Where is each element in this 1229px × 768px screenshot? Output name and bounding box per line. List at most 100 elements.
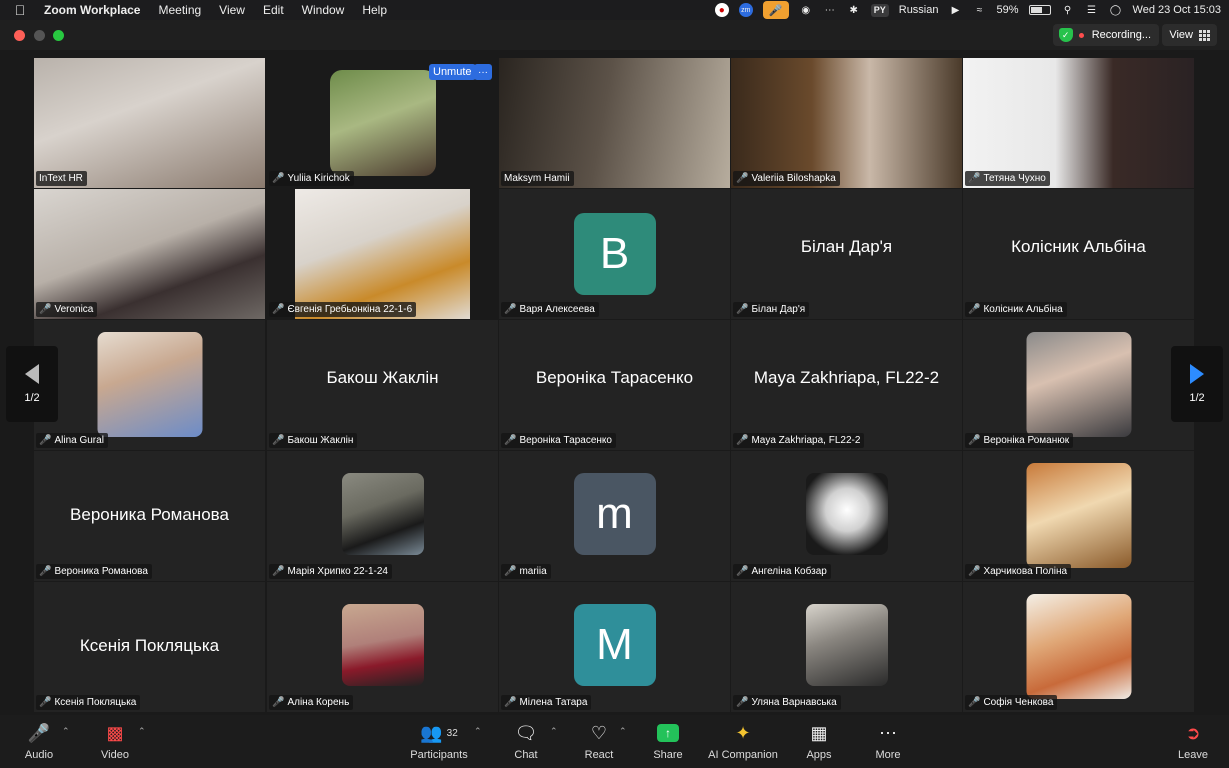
more-button[interactable]: ⋯ More	[872, 721, 904, 765]
keyboard-layout-code[interactable]: PY	[870, 3, 889, 17]
minimize-window-button[interactable]	[34, 30, 45, 41]
react-button[interactable]: ♡ React	[582, 721, 616, 765]
menu-view[interactable]: View	[210, 3, 254, 17]
macos-menubar:  Zoom Workplace Meeting View Edit Windo…	[0, 0, 1229, 20]
react-options-caret-icon[interactable]: ⌃	[619, 726, 627, 737]
share-button[interactable]: ↑ Share	[652, 721, 684, 765]
participant-tile[interactable]: Вероника Романова 🎤 Вероника Романова	[34, 451, 265, 581]
participant-tile[interactable]: 🎤 Марія Хрипко 22-1-24	[267, 451, 498, 581]
recording-indicator[interactable]: ✓ Recording...	[1052, 24, 1159, 46]
menu-app-name[interactable]: Zoom Workplace	[40, 3, 149, 17]
participant-tile[interactable]: Білан Дар'я 🎤 Білан Дар'я	[731, 189, 962, 319]
participant-tile[interactable]: M 🎤 Мілена Татара	[499, 582, 730, 712]
control-center-icon[interactable]: ☰	[1085, 3, 1099, 17]
participant-video	[499, 58, 730, 188]
participant-tile[interactable]: 🎤 Євгенія Гребьонкіна 22-1-6	[267, 189, 498, 319]
participant-tile[interactable]: m 🎤 mariia	[499, 451, 730, 581]
chat-options-caret-icon[interactable]: ⌃	[550, 726, 558, 737]
wifi-icon[interactable]: ≈	[973, 3, 987, 17]
participant-avatar: B	[573, 213, 656, 295]
bluetooth-icon[interactable]: ✱	[847, 3, 861, 17]
mic-off-icon: 🎤	[27, 722, 51, 743]
participant-tile[interactable]: Бакош Жаклін 🎤 Бакош Жаклін	[267, 320, 498, 450]
close-window-button[interactable]	[14, 30, 25, 41]
view-button[interactable]: View	[1162, 24, 1217, 46]
meeting-toolbar: 🎤 Audio ⌃ ▩ Video ⌃ 👥 32 Participants ⌃ 🗨…	[0, 715, 1229, 768]
participant-display-name: Колісник Альбіна	[1011, 237, 1146, 256]
participant-display-name: Бакош Жаклін	[326, 368, 439, 387]
zoom-status-icon[interactable]: zm	[738, 3, 753, 17]
menu-edit[interactable]: Edit	[254, 3, 293, 17]
screen-record-icon[interactable]: ◉	[799, 3, 813, 17]
participant-tile[interactable]: 🎤 Харчикова Поліна	[963, 451, 1194, 581]
participant-name-tag: 🎤 Тетяна Чухно	[965, 171, 1050, 186]
participant-tile[interactable]: Вероніка Тарасенко 🎤 Вероніка Тарасенко	[499, 320, 730, 450]
fullscreen-window-button[interactable]	[53, 30, 64, 41]
participant-name-tag: 🎤 Вероника Романова	[36, 564, 152, 579]
participant-tile[interactable]: B 🎤 Варя Алексеева	[499, 189, 730, 319]
participants-button[interactable]: 👥 32 Participants	[408, 721, 470, 765]
participant-name-tag: 🎤 Харчикова Поліна	[965, 564, 1072, 579]
participant-name-tag: 🎤 Maya Zakhriapa, FL22-2	[733, 433, 865, 448]
previous-page-button[interactable]: 1/2	[6, 346, 58, 422]
participant-video	[731, 58, 962, 188]
mic-muted-icon: 🎤	[504, 566, 517, 577]
participant-tile[interactable]: 🎤 Alina Gural	[34, 320, 265, 450]
participant-tile[interactable]: 🎤 Veronica	[34, 189, 265, 319]
chat-icon: 🗨	[514, 722, 538, 743]
participant-photo	[341, 473, 424, 555]
video-button[interactable]: ▩ Video	[98, 721, 132, 765]
participant-tile[interactable]: InText HR	[34, 58, 265, 188]
participant-display-name: Вероніка Тарасенко	[535, 368, 694, 387]
participant-tile[interactable]: Maya Zakhriapa, FL22-2 🎤 Maya Zakhriapa, …	[731, 320, 962, 450]
participant-tile[interactable]: Ксенія Покляцька 🎤 Ксенія Покляцька	[34, 582, 265, 712]
menu-window[interactable]: Window	[293, 3, 354, 17]
microphone-in-use-icon[interactable]: 🎤	[762, 1, 789, 19]
chat-button[interactable]: 🗨 Chat	[510, 721, 542, 765]
keyboard-layout-label[interactable]: Russian	[899, 4, 939, 16]
participants-options-caret-icon[interactable]: ⌃	[474, 726, 482, 737]
participant-tile[interactable]: Maksym Hamii	[499, 58, 730, 188]
apple-icon[interactable]: 	[0, 2, 40, 18]
ai-companion-button[interactable]: ✦ AI Companion	[706, 721, 780, 765]
mic-muted-icon: 🎤	[736, 435, 749, 446]
battery-icon[interactable]	[1028, 5, 1051, 15]
dots-menu-icon[interactable]: ⋯	[823, 3, 837, 17]
chat-label: Chat	[514, 749, 538, 761]
participant-tile[interactable]: 🎤 Софія Ченкова	[963, 582, 1194, 712]
unmute-button[interactable]: Unmute	[429, 64, 476, 80]
message-status-icon[interactable]: ●	[714, 3, 729, 17]
tile-more-options-button[interactable]: ···	[474, 64, 492, 80]
participant-name-tag: 🎤 Варя Алексеева	[501, 302, 599, 317]
mic-muted-icon: 🎤	[39, 697, 52, 708]
participant-photo	[1026, 463, 1131, 568]
leave-button[interactable]: ➲ Leave	[1176, 721, 1210, 765]
battery-percent[interactable]: 59%	[997, 4, 1019, 16]
participant-tile[interactable]: 🎤 Valeriia Biloshapka	[731, 58, 962, 188]
play-icon[interactable]: ▶	[949, 3, 963, 17]
participants-icon: 👥 32	[420, 722, 458, 743]
video-options-caret-icon[interactable]: ⌃	[138, 726, 146, 737]
mic-muted-icon: 🎤	[39, 435, 52, 446]
participant-tile[interactable]: 🎤 Аліна Корень	[267, 582, 498, 712]
search-icon[interactable]: ⚲	[1061, 3, 1075, 17]
audio-options-caret-icon[interactable]: ⌃	[62, 726, 70, 737]
participant-display-name: Вероника Романова	[70, 505, 229, 524]
menu-help[interactable]: Help	[353, 3, 396, 17]
siri-icon[interactable]: ◯	[1109, 3, 1123, 17]
participant-tile[interactable]: 🎤 Уляна Варнавська	[731, 582, 962, 712]
participant-tile[interactable]: 🎤 Ангеліна Кобзар	[731, 451, 962, 581]
participant-name-tag: 🎤 mariia	[501, 564, 551, 579]
leave-label: Leave	[1178, 749, 1208, 761]
next-page-button[interactable]: 1/2	[1171, 346, 1223, 422]
participant-name-tag: 🎤 Колісник Альбіна	[965, 302, 1067, 317]
participant-tile[interactable]: Колісник Альбіна 🎤 Колісник Альбіна	[963, 189, 1194, 319]
participant-name-tag: 🎤 Вероніка Романюк	[965, 433, 1074, 448]
apps-button[interactable]: ▦ Apps	[803, 721, 835, 765]
menu-meeting[interactable]: Meeting	[149, 3, 210, 17]
participant-tile[interactable]: 🎤 Вероніка Романюк	[963, 320, 1194, 450]
more-label: More	[875, 749, 901, 761]
participant-tile[interactable]: 🎤 Тетяна Чухно	[963, 58, 1194, 188]
clock[interactable]: Wed 23 Oct 15:03	[1133, 4, 1221, 16]
audio-button[interactable]: 🎤 Audio	[22, 721, 56, 765]
